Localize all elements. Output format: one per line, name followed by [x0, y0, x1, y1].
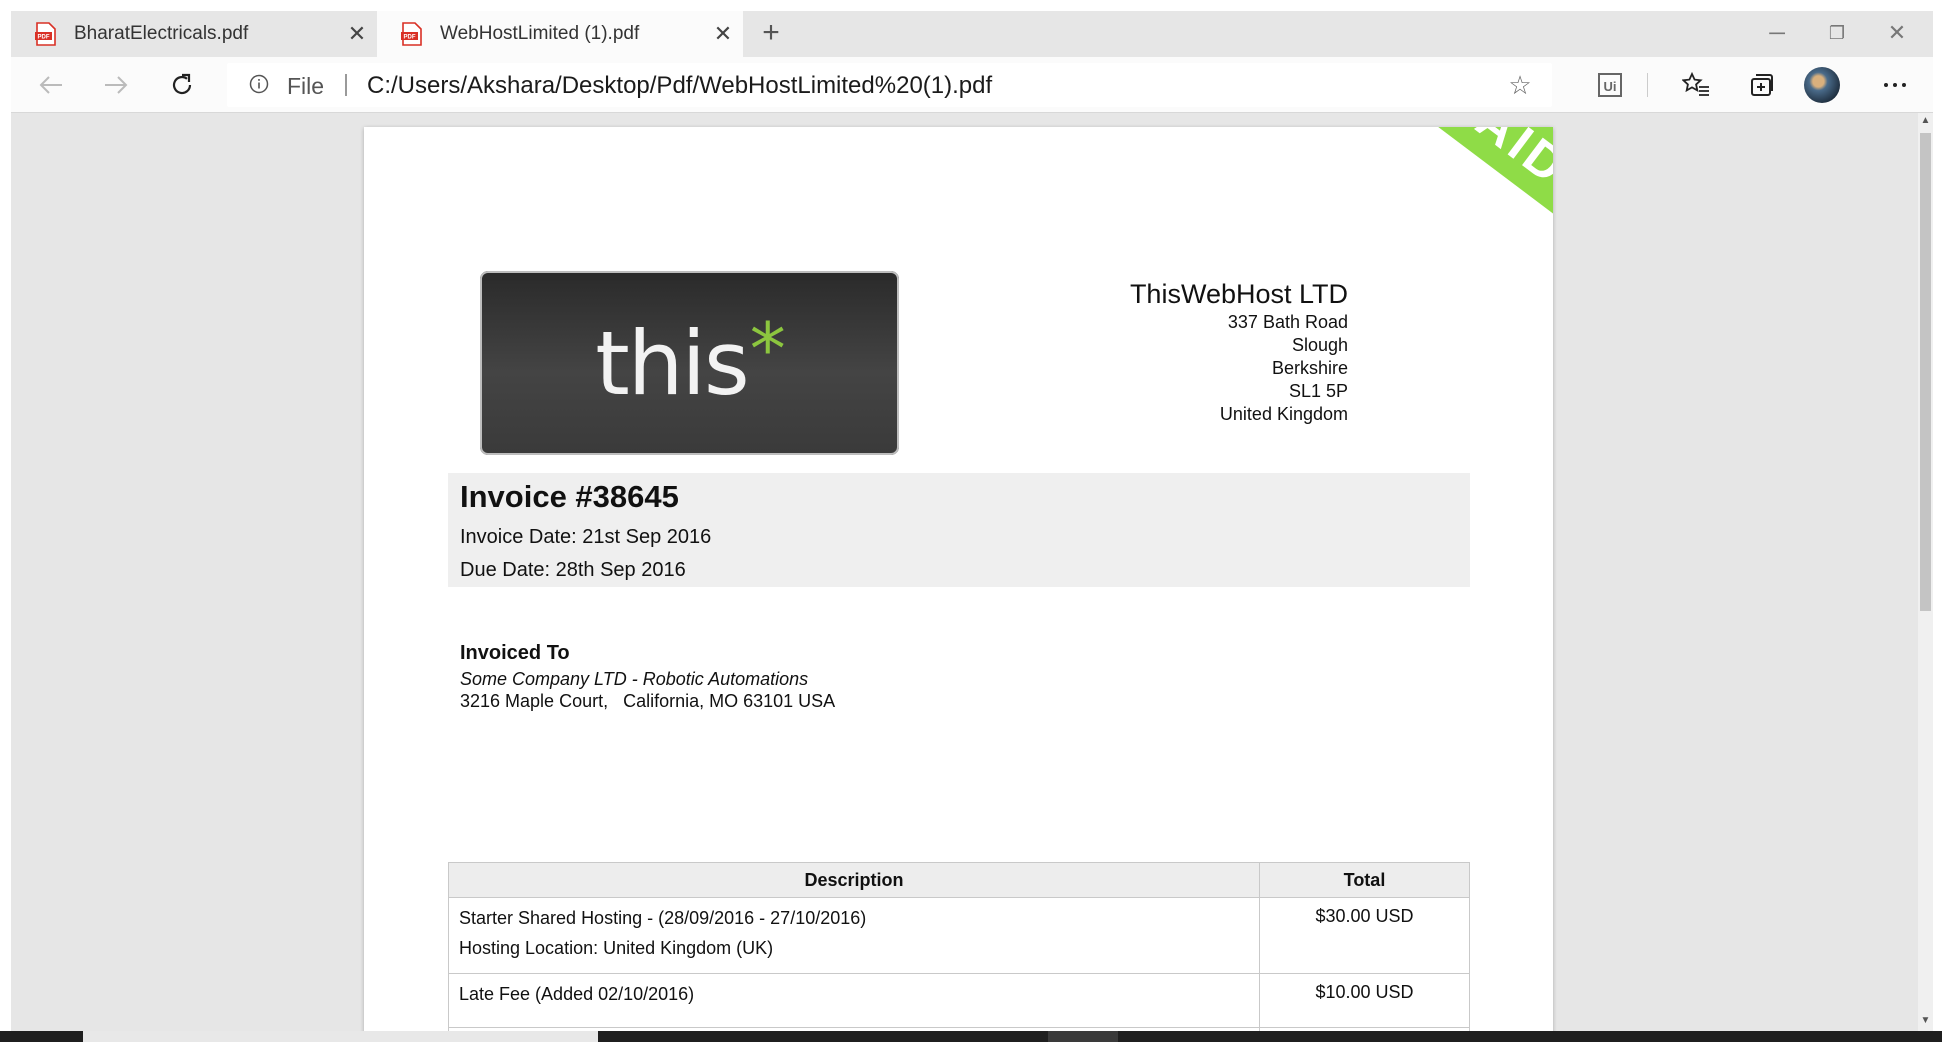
window-close-icon[interactable]: ✕: [1867, 15, 1927, 51]
plus-icon[interactable]: +: [752, 17, 790, 51]
item-description-line: Starter Shared Hosting - (28/09/2016 - 2…: [459, 908, 867, 928]
avatar[interactable]: [1804, 67, 1840, 103]
invoiced-to-company: Some Company LTD - Robotic Automations: [460, 669, 809, 689]
pdf-viewer: PAID this * ThisWebHost LTD 337 Bath Road…: [11, 113, 1918, 1031]
info-icon[interactable]: [249, 74, 269, 94]
address-bar[interactable]: File C:/Users/Akshara/Desktop/Pdf/WebHos…: [227, 63, 1552, 107]
paid-stamp-text: PAID: [1439, 127, 1553, 197]
refresh-icon[interactable]: [162, 65, 202, 105]
close-icon[interactable]: ✕: [703, 21, 743, 47]
svg-text:Ui: Ui: [1604, 79, 1617, 94]
star-icon[interactable]: ☆: [1506, 71, 1534, 99]
tab-title: BharatElectricals.pdf: [74, 23, 249, 44]
taskbar-strip: [0, 1031, 1942, 1042]
logo-star: *: [749, 307, 786, 391]
invoice-header: Invoice #38645 Invoice Date: 21st Sep 20…: [448, 473, 1470, 587]
item-total: $30.00 USD: [1259, 897, 1470, 974]
address-scheme-label: File: [287, 73, 325, 99]
scroll-down-arrow-icon[interactable]: ▼: [1918, 1015, 1933, 1029]
address-separator: [345, 74, 347, 96]
item-description: Late Fee (Added 02/10/2016): [448, 973, 1260, 1028]
address-line: Berkshire: [1271, 358, 1348, 378]
table-header-row: Description Total: [448, 862, 1470, 898]
toolbar-divider: [1647, 73, 1648, 97]
due-date: Due Date: 28th Sep 2016: [460, 559, 686, 581]
svg-text:PDF: PDF: [38, 35, 50, 41]
back-arrow-icon[interactable]: [31, 65, 71, 105]
logo-word: this: [595, 311, 750, 415]
invoiced-to-heading: Invoiced To: [460, 642, 570, 664]
toolbar: File C:/Users/Akshara/Desktop/Pdf/WebHos…: [11, 57, 1933, 113]
restore-icon[interactable]: ❐: [1807, 15, 1867, 51]
invoiced-to-address: 3216 Maple Court, California, MO 63101 U…: [460, 691, 836, 711]
vertical-scrollbar[interactable]: ▲ ▼: [1918, 113, 1933, 1031]
invoice-date: Invoice Date: 21st Sep 2016: [460, 526, 712, 548]
pdf-icon: PDF: [401, 22, 423, 46]
table-row: Starter Shared Hosting - (28/09/2016 - 2…: [448, 897, 1470, 974]
favorites-icon[interactable]: [1676, 65, 1716, 105]
column-header-total: Total: [1259, 862, 1470, 898]
minimize-icon[interactable]: ─: [1747, 15, 1807, 51]
pdf-page: PAID this * ThisWebHost LTD 337 Bath Road…: [364, 127, 1553, 1031]
ui-extension-icon[interactable]: Ui: [1590, 65, 1630, 105]
column-header-description: Description: [448, 862, 1260, 898]
pdf-icon: PDF: [35, 22, 57, 46]
item-description-line: Hosting Location: United Kingdom (UK): [459, 938, 774, 958]
invoice-items-table: Description Total Starter Shared Hosting…: [448, 862, 1470, 1031]
address-line: 337 Bath Road: [1227, 312, 1348, 332]
company-address-block: ThisWebHost LTD 337 Bath Road Slough Ber…: [1130, 277, 1348, 426]
tab-bharatelectricals[interactable]: PDF BharatElectricals.pdf ✕: [11, 11, 377, 57]
collections-icon[interactable]: [1742, 65, 1782, 105]
address-url[interactable]: C:/Users/Akshara/Desktop/Pdf/WebHostLimi…: [367, 72, 992, 100]
address-line: Slough: [1291, 335, 1348, 355]
company-name: ThisWebHost LTD: [1129, 279, 1348, 309]
item-description-line: Late Fee (Added 02/10/2016): [459, 984, 695, 1004]
tab-title: WebHostLimited (1).pdf: [440, 23, 640, 44]
forward-arrow-icon[interactable]: [96, 65, 136, 105]
browser-window: PDF BharatElectricals.pdf ✕ PDF WebHostL…: [11, 11, 1933, 1031]
company-logo: this *: [480, 271, 899, 455]
scroll-thumb[interactable]: [1920, 133, 1931, 611]
table-row: Late Fee (Added 02/10/2016) $10.00 USD: [448, 973, 1470, 1028]
tab-strip: PDF BharatElectricals.pdf ✕ PDF WebHostL…: [11, 11, 1933, 57]
item-description: Starter Shared Hosting - (28/09/2016 - 2…: [448, 897, 1260, 974]
close-icon[interactable]: ✕: [337, 21, 377, 47]
tab-webhostlimited[interactable]: PDF WebHostLimited (1).pdf ✕: [377, 11, 743, 57]
more-icon[interactable]: [1875, 65, 1915, 105]
invoice-title: Invoice #38645: [460, 479, 679, 514]
svg-text:PDF: PDF: [404, 35, 416, 41]
address-line: SL1 5P: [1288, 381, 1348, 401]
address-line: United Kingdom: [1219, 404, 1348, 424]
item-total: $10.00 USD: [1259, 973, 1470, 1028]
scroll-up-arrow-icon[interactable]: ▲: [1918, 115, 1933, 129]
